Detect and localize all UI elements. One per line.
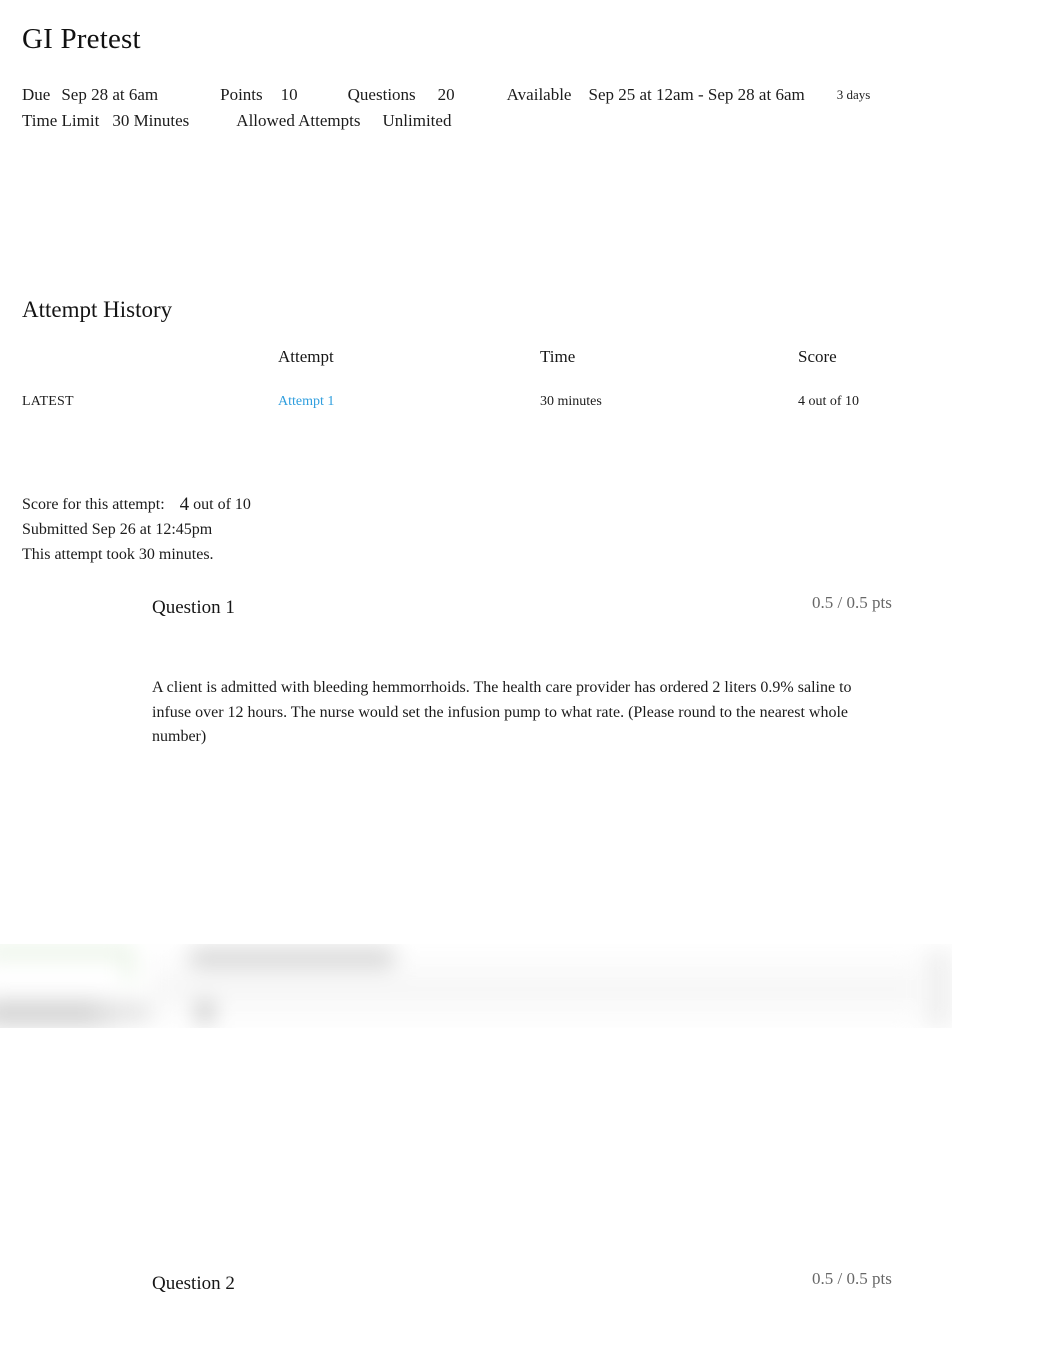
quiz-meta-row-secondary: Time Limit 30 Minutes Allowed Attempts Unli… (22, 108, 1022, 134)
attempt-history-heading: Attempt History (22, 297, 173, 322)
question-block-2: Question 2 0.5 / 0.5 pts (0, 1268, 1062, 1298)
latest-badge: LATEST (22, 394, 74, 409)
redacted-answer-blur (0, 944, 952, 1028)
submitted-line: Submitted Sep 26 at 12:45pm (22, 521, 213, 538)
allowed-attempts-value: Unlimited (382, 111, 452, 130)
quiz-meta-block: Due Sep 28 at 6am Points 10 Questions 20 Avail… (22, 82, 1022, 134)
redacted-answer-region (0, 944, 952, 1028)
column-header-time: Time (540, 347, 576, 366)
redacted-label-pill-secondary (96, 1002, 150, 1022)
redacted-wash (150, 954, 920, 1024)
redacted-heading-line (190, 948, 394, 968)
attempt-duration-line: This attempt took 30 minutes. (22, 546, 214, 563)
allowed-attempts-label: Allowed Attempts (236, 111, 361, 130)
redacted-correct-highlight (0, 948, 132, 982)
question-2-header: Question 2 0.5 / 0.5 pts (0, 1268, 1062, 1298)
question-2-points: 0.5 / 0.5 pts (812, 1269, 892, 1288)
question-1-points: 0.5 / 0.5 pts (812, 593, 892, 612)
questions-value: 20 (437, 85, 455, 104)
attempt-1-link[interactable]: Attempt 1 (278, 394, 334, 409)
due-value: Sep 28 at 6am (61, 85, 159, 104)
available-label: Available (506, 85, 572, 104)
score-for-attempt-value: 4 (179, 494, 190, 515)
quiz-results-page: GI Pretest Due Sep 28 at 6am Points 10 Quest… (0, 0, 1062, 1355)
attempt-history-table: Attempt Time Score LATEST Attempt 1 30 m… (22, 346, 952, 412)
question-1-text: A client is admitted with bleeding hemmo… (152, 679, 852, 745)
redacted-divider-line (152, 984, 914, 994)
table-header-row: Attempt Time Score (22, 346, 952, 392)
questions-label: Questions (347, 85, 416, 104)
score-for-attempt-line: Score for this attempt: 4 out of 10 (22, 492, 251, 517)
question-block-1: Question 1 0.5 / 0.5 pts A client is adm… (0, 592, 1062, 745)
time-limit-value: 30 Minutes (112, 111, 190, 130)
time-limit-label: Time Limit (22, 111, 100, 130)
score-for-attempt-out-of: out of 10 (193, 496, 251, 513)
redacted-label-pill (0, 1000, 116, 1026)
redacted-right-bar (926, 950, 952, 1028)
question-2-name: Question 2 (152, 1273, 235, 1294)
available-duration: 3 days (836, 87, 871, 102)
column-header-blank (22, 346, 278, 392)
due-label: Due (22, 85, 51, 104)
column-header-score: Score (798, 347, 837, 366)
score-cell: 4 out of 10 (798, 394, 860, 409)
available-value: Sep 25 at 12am - Sep 28 at 6am (588, 85, 805, 104)
redacted-answer-field (0, 956, 126, 982)
redacted-value-glyph (198, 1002, 212, 1022)
attempt-cell: Attempt 1 (278, 392, 540, 412)
question-1-header: Question 1 0.5 / 0.5 pts (0, 592, 1062, 622)
page-title: GI Pretest (22, 23, 141, 55)
time-cell: 30 minutes (540, 394, 602, 409)
question-1-name: Question 1 (152, 597, 235, 618)
score-summary: Score for this attempt: 4 out of 10 Submit… (22, 492, 251, 567)
points-value: 10 (280, 85, 298, 104)
points-label: Points (220, 85, 263, 104)
table-row: LATEST Attempt 1 30 minutes 4 out of 10 (22, 392, 952, 412)
column-header-attempt: Attempt (278, 347, 334, 366)
quiz-meta-row-primary: Due Sep 28 at 6am Points 10 Questions 20 Avail… (22, 82, 1022, 108)
score-for-attempt-label: Score for this attempt: (22, 496, 165, 513)
